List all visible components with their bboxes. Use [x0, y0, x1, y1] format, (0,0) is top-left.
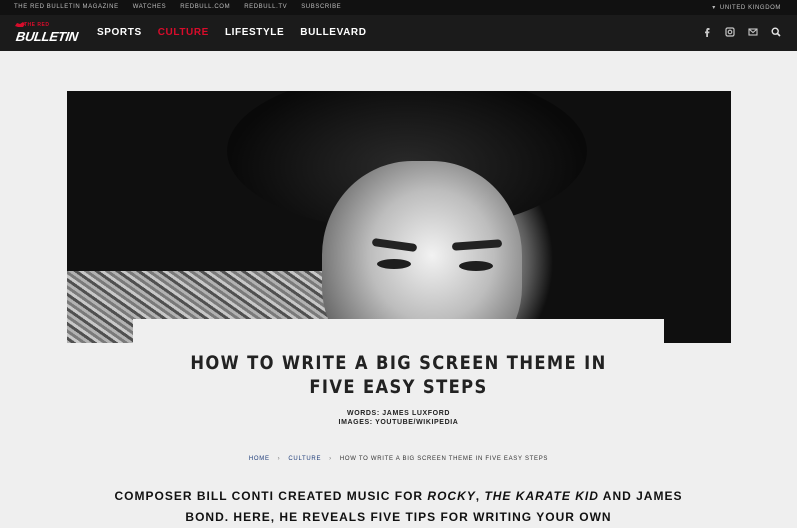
- utility-link-redbull-com[interactable]: REDBULL.COM: [180, 4, 230, 10]
- breadcrumb: HOME › CULTURE › HOW TO WRITE A BIG SCRE…: [0, 456, 797, 462]
- logo-main-text: BULLETIN: [14, 29, 79, 44]
- chevron-right-icon: ›: [329, 456, 332, 462]
- hero-face-shape: [322, 161, 522, 343]
- intro-text-part1: COMPOSER BILL CONTI CREATED MUSIC FOR: [114, 489, 428, 503]
- region-label: UNITED KINGDOM: [719, 4, 781, 11]
- utility-link-magazine[interactable]: THE RED BULLETIN MAGAZINE: [14, 4, 119, 10]
- utility-link-watches[interactable]: WATCHES: [133, 4, 167, 10]
- nav-item-culture[interactable]: CULTURE: [158, 27, 209, 38]
- article-byline: WORDS: JAMES LUXFORD IMAGES: YOUTUBE/WIK…: [133, 409, 664, 427]
- section-menu: SPORTS CULTURE LIFESTYLE BULLEVARD: [97, 27, 367, 38]
- intro-film-karate-kid: THE KARATE KID: [484, 489, 599, 503]
- social-links: [702, 27, 781, 37]
- hero-left-eye: [377, 259, 411, 269]
- nav-item-bullevard[interactable]: BULLEVARD: [300, 27, 366, 38]
- article-title: HOW TO WRITE A BIG SCREEN THEME IN FIVE …: [190, 352, 607, 398]
- breadcrumb-current: HOW TO WRITE A BIG SCREEN THEME IN FIVE …: [339, 456, 549, 462]
- breadcrumb-home[interactable]: HOME: [249, 456, 270, 462]
- title-card-overlap: [133, 319, 664, 343]
- nav-item-lifestyle[interactable]: LIFESTYLE: [225, 27, 284, 38]
- hero-image: [67, 91, 731, 343]
- byline-words: WORDS: JAMES LUXFORD: [347, 410, 450, 417]
- region-selector[interactable]: ▾ UNITED KINGDOM: [712, 4, 781, 12]
- intro-film-rocky: ROCKY: [427, 489, 476, 503]
- instagram-icon[interactable]: [725, 27, 735, 37]
- utility-link-subscribe[interactable]: SUBSCRIBE: [301, 4, 341, 10]
- utility-links: THE RED BULLETIN MAGAZINE WATCHES REDBUL…: [14, 4, 341, 10]
- email-icon[interactable]: [748, 27, 758, 37]
- chevron-down-icon: ▾: [712, 5, 716, 11]
- chevron-right-icon: ›: [277, 456, 281, 462]
- utility-bar: THE RED BULLETIN MAGAZINE WATCHES REDBUL…: [0, 0, 797, 15]
- breadcrumb-culture[interactable]: CULTURE: [288, 456, 321, 462]
- logo-top-text: THE RED: [24, 22, 50, 28]
- utility-link-redbull-tv[interactable]: REDBULL.TV: [244, 4, 287, 10]
- hero-right-eye: [459, 261, 493, 271]
- main-navigation: THE RED BULLETIN SPORTS CULTURE LIFESTYL…: [0, 15, 797, 51]
- search-icon[interactable]: [771, 27, 781, 37]
- facebook-icon[interactable]: [702, 27, 712, 37]
- red-bulletin-logo[interactable]: THE RED BULLETIN: [14, 21, 84, 45]
- article-intro: COMPOSER BILL CONTI CREATED MUSIC FOR RO…: [110, 486, 687, 528]
- nav-item-sports[interactable]: SPORTS: [97, 27, 142, 38]
- byline-images: IMAGES: YOUTUBE/WIKIPEDIA: [338, 419, 459, 426]
